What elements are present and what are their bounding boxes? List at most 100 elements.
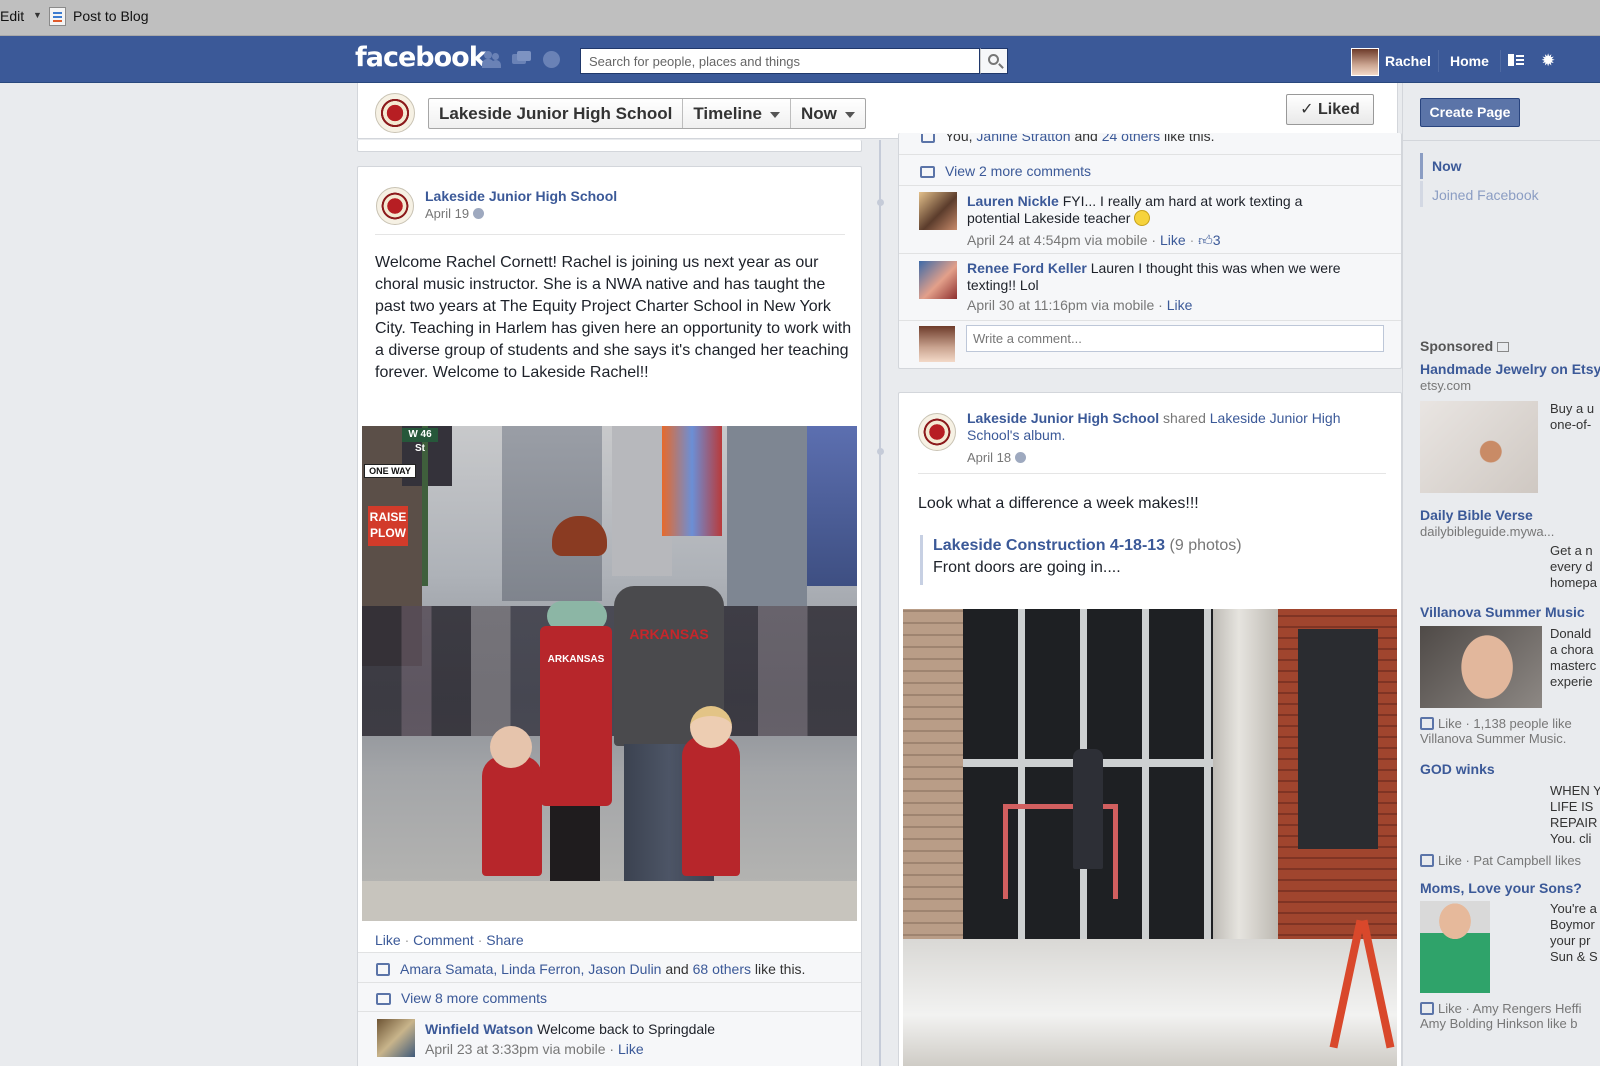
hoodie-text: ARKANSAS [629,626,709,642]
edit-menu[interactable]: Edit [0,8,24,24]
ad-image[interactable] [1420,626,1542,708]
comment-timestamp[interactable]: April 24 at 4:54pm via mobile · [967,232,1156,248]
post-timestamp[interactable]: April 18 [967,450,1027,465]
separator: · [477,932,483,948]
thumbs-up-icon[interactable]: 👍︎ [1198,232,1213,248]
ad-title[interactable]: Moms, Love your Sons? [1420,880,1582,896]
avatar[interactable] [919,192,957,230]
timeline-nav-joined[interactable]: Joined Facebook [1432,187,1539,203]
comment-author[interactable]: Lauren Nickle [967,193,1059,209]
search-button[interactable] [980,48,1008,74]
post-author-picture[interactable] [918,413,956,451]
post-author-name[interactable]: Lakeside Junior High School [425,188,617,204]
comment-icon [376,993,391,1005]
album-owner-link[interactable]: School's album. [967,427,1065,443]
like-link[interactable]: Like [375,932,401,948]
ad-image[interactable] [1420,901,1490,993]
comment-author[interactable]: Winfield Watson [425,1021,533,1037]
page-profile-picture[interactable] [375,93,415,133]
comment-timestamp[interactable]: April 23 at 3:33pm via mobile · [425,1041,614,1057]
divider [375,234,845,235]
ad-domain[interactable]: dailybibleguide.mywa... [1420,524,1554,539]
ad-like-line[interactable]: Like · Amy Rengers Heffi [1438,1001,1582,1016]
view-more-comments[interactable]: View 2 more comments [899,154,1401,185]
facebook-logo[interactable]: facebook [355,42,487,73]
photo-building [502,426,602,601]
avatar[interactable] [919,261,957,299]
ad-text: You're a Boymor your pr Sun & S [1550,901,1598,965]
album-description: Front doors are going in.... [933,559,1121,576]
comment-like-count[interactable]: 3 [1213,232,1221,248]
messages-icon[interactable] [512,51,532,68]
home-link[interactable]: Home [1450,53,1489,69]
shirt-text: ARKANSAS [547,654,605,665]
ad-like-line[interactable]: Like · Pat Campbell likes [1438,853,1581,868]
thumbs-up-icon [1420,717,1434,730]
post-author-name[interactable]: Lakeside Junior High School [967,410,1159,426]
view-more-comments[interactable]: View 8 more comments [358,982,861,1011]
post-text: Welcome Rachel Cornett! Rachel is joinin… [375,254,852,381]
blog-icon[interactable] [49,7,66,26]
comment-input[interactable]: Write a comment... [966,325,1384,352]
post-author-picture[interactable] [376,187,414,225]
likers-names[interactable]: Janine Stratton [976,134,1070,144]
comment-link[interactable]: Comment [413,932,474,948]
ad-domain[interactable]: etsy.com [1420,378,1471,393]
friend-requests-icon[interactable] [482,51,502,68]
profile-link[interactable]: Rachel [1385,53,1431,69]
timeline-nav-now[interactable]: Now [1432,158,1462,174]
ad-image[interactable] [1420,401,1538,493]
megaphone-icon [1497,342,1510,352]
post-photo[interactable]: W 46 St ONE WAY RAISE PLOW ARKANSAS ARKA… [362,426,857,921]
comment-like-link[interactable]: Like [1167,297,1193,313]
share-link[interactable]: Share [486,932,523,948]
ad-text-line: every d [1550,559,1593,574]
privacy-shortcuts-icon[interactable] [1508,54,1524,66]
post-date: April 19 [425,206,470,221]
avatar[interactable] [377,1019,415,1057]
now-dropdown[interactable]: Now [791,99,865,128]
album-attachment: Lakeside Construction 4-18-13 (9 photos)… [920,535,1380,585]
ad-title[interactable]: Handmade Jewelry on Etsy [1420,361,1600,377]
comment-author[interactable]: Renee Ford Keller [967,260,1087,276]
search-input[interactable]: Search for people, places and things [580,48,980,74]
post-to-blog-button[interactable]: Post to Blog [73,8,149,24]
avatar[interactable] [1351,48,1379,76]
create-page-button[interactable]: Create Page [1420,98,1520,127]
post-timestamp[interactable]: April 19 [425,206,485,221]
comment-icon [920,166,935,178]
photo-building [727,426,807,606]
view-more-comments-link[interactable]: View 2 more comments [945,163,1091,179]
likes-suffix: like this. [1163,134,1215,144]
ad-text-line: your pr [1550,933,1591,948]
photo-worker [1073,749,1103,869]
ad-title[interactable]: Daily Bible Verse [1420,507,1533,523]
comment-body: Welcome back to Springdale [537,1021,716,1037]
comment-timestamp[interactable]: April 30 at 11:16pm via mobile · [967,297,1163,313]
likers-names[interactable]: Amara Samata, Linda Ferron, Jason Dulin [400,961,661,977]
likers-others[interactable]: 24 others [1102,134,1160,144]
album-owner-link[interactable]: Lakeside Junior High [1210,410,1341,426]
photo-window [1298,629,1378,849]
comment-like-link[interactable]: Like [1160,232,1186,248]
gear-icon[interactable]: ✹ [1541,52,1555,69]
timeline-dropdown[interactable]: Timeline [683,99,791,128]
photo-child [682,736,740,876]
album-title-link[interactable]: Lakeside Construction 4-18-13 [933,537,1165,554]
breadcrumb-page-name[interactable]: Lakeside Junior High School [429,99,684,128]
ad-like-line[interactable]: Like · 1,138 people like [1438,716,1572,731]
search-icon [988,54,999,65]
comment-like-link[interactable]: Like [618,1041,644,1057]
likes-suffix: like this. [754,961,806,977]
ad-title[interactable]: GOD winks [1420,761,1495,777]
ad-title[interactable]: Villanova Summer Music [1420,604,1585,620]
chevron-down-icon[interactable]: ▼ [33,10,42,20]
likes-summary: Amara Samata, Linda Ferron, Jason Dulin … [358,952,861,982]
notifications-globe-icon[interactable] [542,51,562,68]
view-more-comments-link[interactable]: View 8 more comments [401,990,547,1006]
ad-text-line: WHEN Y [1550,783,1600,798]
post-photo[interactable] [903,609,1397,1066]
likers-others[interactable]: 68 others [693,961,751,977]
globe-icon [473,208,485,219]
liked-button[interactable]: ✓ Liked [1286,94,1374,125]
